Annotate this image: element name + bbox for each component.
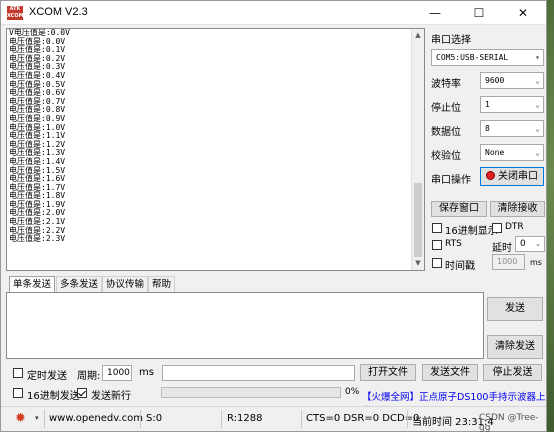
parity-select[interactable]: None ⌄ — [480, 144, 544, 161]
data-bits-label: 数据位 — [431, 127, 461, 138]
timestamp-checkbox[interactable] — [432, 258, 442, 268]
window-title: XCOM V2.3 — [29, 6, 88, 18]
timestamp-unit: ms — [530, 258, 542, 267]
send-textarea[interactable] — [6, 292, 484, 359]
delay-spinbox[interactable]: 0 ⌄ — [515, 236, 545, 252]
chevron-down-icon: ⌄ — [535, 76, 540, 85]
delay-label: 延时 — [492, 243, 512, 254]
status-bar: ✹ ▾ www.openedv.com S:0 R:1288 CTS=0 DSR… — [1, 406, 546, 432]
app-logo-icon: ATK XCOM — [7, 6, 24, 20]
send-button[interactable]: 发送 — [487, 297, 543, 321]
port-select-label: 串口选择 — [431, 35, 471, 46]
title-bar: ATK XCOM XCOM V2.3 — ☐ ✕ — [1, 1, 546, 25]
port-op-label: 串口操作 — [431, 175, 471, 186]
sent-count: S:0 — [146, 413, 163, 424]
tab-help[interactable]: 帮助 — [148, 276, 176, 292]
csdn-watermark: CSDN @Tree-gg — [479, 413, 539, 432]
close-port-label: 关闭串口 — [498, 171, 538, 182]
send-file-button[interactable]: 发送文件 — [422, 364, 478, 381]
chevron-down-icon: ⌄ — [535, 148, 540, 157]
send-newline-label: 发送新行 — [91, 391, 131, 402]
scroll-up-icon[interactable]: ▲ — [412, 29, 424, 42]
close-port-button[interactable]: 关闭串口 — [480, 167, 544, 186]
maximize-button[interactable]: ☐ — [457, 1, 501, 25]
minimize-button[interactable]: — — [413, 1, 457, 25]
receive-textarea[interactable]: V电压值是:0.0V 电压值是:0.0V 电压值是:0.1V 电压值是:0.2V 电压值… — [6, 28, 425, 271]
chevron-down-icon: ⌄ — [535, 100, 540, 109]
receive-text: V电压值是:0.0V 电压值是:0.0V 电压值是:0.1V 电压值是:0.2V 电压值… — [9, 29, 70, 244]
data-bits-value: 8 — [485, 124, 490, 133]
port-select-value: COM5:USB-SERIAL — [436, 53, 509, 62]
parity-value: None — [485, 148, 505, 157]
received-count: R:1288 — [227, 413, 263, 424]
delay-value: 0 — [520, 239, 526, 249]
timed-send-checkbox[interactable] — [13, 368, 23, 378]
data-bits-select[interactable]: 8 ⌄ — [480, 120, 544, 137]
hex-send-checkbox[interactable] — [13, 388, 23, 398]
period-label: 周期: — [77, 371, 101, 382]
open-file-button[interactable]: 打开文件 — [360, 364, 416, 381]
hex-display-checkbox[interactable] — [432, 223, 442, 233]
tab-protocol[interactable]: 协议传输 — [102, 276, 149, 292]
rts-label: RTS — [445, 239, 462, 249]
baud-select[interactable]: 9600 ⌄ — [480, 72, 544, 89]
chevron-down-icon: ▾ — [535, 53, 540, 62]
progress-text: 0% — [345, 387, 360, 397]
hex-display-label: 16进制显示 — [445, 226, 498, 237]
close-button[interactable]: ✕ — [501, 1, 545, 25]
tab-single-send[interactable]: 单条发送 — [9, 276, 56, 292]
scroll-thumb[interactable] — [414, 183, 422, 257]
save-window-button[interactable]: 保存窗口 — [431, 201, 487, 217]
scroll-down-icon[interactable]: ▼ — [412, 257, 424, 270]
chevron-down-icon: ⌄ — [535, 124, 540, 133]
modem-lines: CTS=0 DSR=0 DCD=0 — [306, 413, 420, 424]
chevron-down-icon: ⌄ — [535, 240, 541, 248]
clear-receive-button[interactable]: 清除接收 — [490, 201, 545, 217]
stop-bits-label: 停止位 — [431, 103, 461, 114]
gear-icon[interactable]: ✹ — [15, 411, 26, 426]
send-progress-bar — [161, 387, 341, 398]
stop-bits-value: 1 — [485, 100, 490, 109]
timestamp-label: 时间戳 — [445, 261, 475, 272]
port-select[interactable]: COM5:USB-SERIAL ▾ — [431, 49, 544, 66]
timestamp-interval-field[interactable]: 1000 — [492, 254, 525, 270]
status-dot-icon — [486, 171, 495, 180]
hex-send-label: 16进制发送 — [27, 391, 80, 402]
rts-checkbox[interactable] — [432, 240, 442, 250]
receive-line: 电压值是:2.3V — [9, 234, 66, 244]
baud-label: 波特率 — [431, 79, 461, 90]
tab-multi-send[interactable]: 多条发送 — [56, 276, 103, 292]
send-newline-checkbox[interactable] — [77, 388, 87, 398]
file-path-field[interactable] — [162, 365, 355, 381]
caret-down-icon[interactable]: ▾ — [35, 414, 39, 422]
dtr-checkbox[interactable] — [492, 223, 502, 233]
period-field[interactable]: 1000 — [102, 365, 132, 381]
baud-value: 9600 — [485, 76, 505, 85]
parity-label: 校验位 — [431, 151, 461, 162]
stop-bits-select[interactable]: 1 ⌄ — [480, 96, 544, 113]
timed-send-label: 定时发送 — [27, 371, 67, 382]
clear-send-button[interactable]: 清除发送 — [487, 335, 543, 359]
dtr-label: DTR — [505, 222, 524, 232]
xcom-window: ATK XCOM XCOM V2.3 — ☐ ✕ V电压值是:0.0V 电压值是:0… — [0, 0, 547, 432]
receive-scrollbar[interactable]: ▲ ▼ — [411, 29, 424, 270]
stop-send-button[interactable]: 停止发送 — [483, 364, 542, 381]
website-link[interactable]: www.openedv.com — [49, 413, 143, 424]
period-unit: ms — [139, 367, 154, 378]
